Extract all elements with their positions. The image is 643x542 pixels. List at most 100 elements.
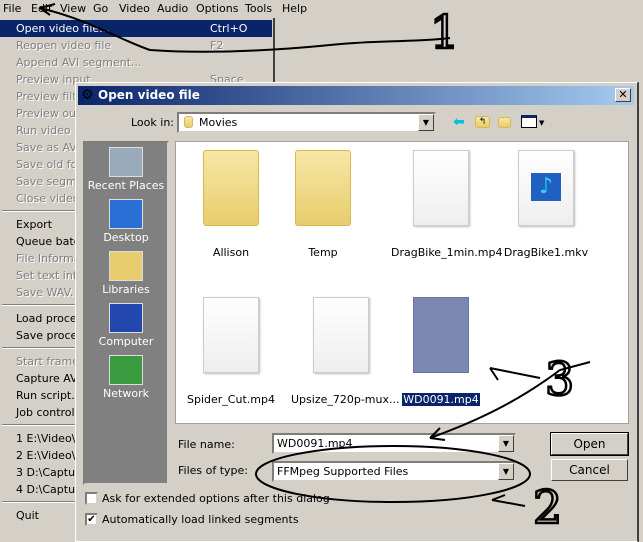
- folder-icon: [203, 150, 259, 226]
- menu-item-label: Quit: [16, 509, 39, 522]
- cancel-button[interactable]: Cancel: [551, 459, 628, 481]
- close-button[interactable]: ✕: [615, 88, 631, 102]
- menu-item-label: Save as AVI: [16, 141, 81, 154]
- menu-item-label: Preview filte: [16, 90, 84, 103]
- gear-icon: ⚙: [81, 87, 94, 103]
- file-list: Allison Temp DragBike_1min.mp4 ♪ DragBike1.m…: [175, 141, 629, 424]
- desktop-icon: [109, 199, 143, 229]
- file-name-input[interactable]: WD0091.mp4 ▼: [272, 433, 516, 454]
- menu-item-label: Capture AV: [16, 372, 78, 385]
- menu-item-label: Save WAV.: [16, 286, 74, 299]
- file-type-select[interactable]: FFMpeg Supported Files ▼: [272, 461, 516, 482]
- folder-icon: [184, 116, 193, 128]
- ask-extended-label: Ask for extended options after this dial…: [102, 492, 330, 505]
- file-name: Spider_Cut.mp4: [187, 393, 275, 406]
- file-item[interactable]: Temp: [273, 150, 373, 259]
- file-name: Upsize_720p-mux...: [291, 393, 400, 406]
- menu-edit[interactable]: Edit: [31, 2, 52, 15]
- look-in-value: Movies: [199, 116, 238, 129]
- chevron-down-icon[interactable]: ▼: [498, 435, 514, 452]
- place-label: Libraries: [102, 283, 150, 296]
- file-icon: [413, 297, 469, 373]
- file-item[interactable]: Spider_Cut.mp4: [181, 297, 281, 406]
- menu-item-label: Start frame: [16, 355, 79, 368]
- menu-item-shortcut: Ctrl+O: [210, 22, 248, 35]
- menu-item-label: Close video: [16, 192, 80, 205]
- menu-item-label: Run script..: [16, 389, 79, 402]
- place-label: Recent Places: [87, 179, 165, 192]
- menu-item-label: 2 E:\Video\L: [16, 449, 82, 462]
- open-button[interactable]: Open: [550, 432, 629, 456]
- place-libraries[interactable]: Libraries: [85, 251, 167, 296]
- libraries-icon: [109, 251, 143, 281]
- menu-item-label: Save old for: [16, 158, 82, 171]
- chevron-down-icon[interactable]: ▼: [498, 463, 514, 480]
- dialog-title-bar[interactable]: ⚙ Open video file ✕: [78, 86, 634, 105]
- place-label: Network: [103, 387, 149, 400]
- file-name: Temp: [308, 246, 338, 259]
- menu-item-label: Queue batc: [16, 235, 80, 248]
- menu-options[interactable]: Options: [196, 2, 238, 15]
- menu-item-label: Preview out: [16, 107, 81, 120]
- file-type-value: FFMpeg Supported Files: [277, 465, 409, 478]
- auto-load-checkbox[interactable]: ✔: [85, 513, 98, 526]
- file-name: Allison: [212, 246, 250, 259]
- look-in-combo[interactable]: Movies ▼: [177, 112, 436, 133]
- file-name: WD0091.mp4: [401, 392, 481, 407]
- menu-item-label: Save segme: [16, 175, 84, 188]
- place-label: Desktop: [103, 231, 149, 244]
- menu-item-label: 3 D:\Captur: [16, 466, 80, 479]
- folder-icon: [295, 150, 351, 226]
- chevron-down-icon[interactable]: ▼: [418, 114, 434, 131]
- ask-extended-checkbox[interactable]: [85, 492, 98, 505]
- place-label: Computer: [98, 335, 154, 348]
- place-desktop[interactable]: Desktop: [85, 199, 167, 244]
- file-name-label: File name:: [178, 438, 235, 451]
- menu-item-label: File Informa: [16, 252, 81, 265]
- file-type-label: Files of type:: [178, 464, 249, 477]
- file-item[interactable]: DragBike_1min.mp4: [391, 150, 503, 259]
- up-folder-icon[interactable]: ↰: [475, 116, 490, 128]
- menu-audio[interactable]: Audio: [157, 2, 188, 15]
- menu-item[interactable]: Append AVI segment...: [0, 54, 272, 71]
- chevron-down-icon[interactable]: ▼: [539, 119, 544, 127]
- menu-go[interactable]: Go: [93, 2, 108, 15]
- file-icon: [313, 297, 369, 373]
- menu-item-label: 1 E:\Video\I: [16, 432, 79, 445]
- look-in-label: Look in:: [131, 116, 174, 129]
- file-item[interactable]: Upsize_720p-mux...: [291, 297, 400, 406]
- recent-places-icon: [109, 147, 143, 177]
- menu-item[interactable]: Reopen video file F2: [0, 37, 272, 54]
- menu-item-label: Run video a: [16, 124, 81, 137]
- computer-icon: [109, 303, 143, 333]
- place-network[interactable]: Network: [85, 355, 167, 400]
- file-name: DragBike_1min.mp4: [391, 246, 503, 259]
- network-icon: [109, 355, 143, 385]
- places-bar: Recent Places Desktop Libraries Computer Net…: [83, 141, 169, 485]
- menu-item[interactable]: Open video file... Ctrl+O: [0, 20, 272, 37]
- menu-item-shortcut: F2: [210, 39, 224, 52]
- view-menu-icon[interactable]: [521, 115, 537, 128]
- file-item[interactable]: WD0091.mp4: [391, 297, 491, 407]
- place-computer[interactable]: Computer: [85, 303, 167, 348]
- menu-item-label: Set text inf: [16, 269, 77, 282]
- menu-tools[interactable]: Tools: [245, 2, 272, 15]
- menu-help[interactable]: Help: [282, 2, 307, 15]
- back-icon[interactable]: ⬅: [453, 114, 465, 130]
- file-item[interactable]: Allison: [181, 150, 281, 259]
- menu-item-label: Save proces: [16, 329, 84, 342]
- menu-item-label: Reopen video file: [16, 39, 112, 52]
- file-name: DragBike1.mkv: [503, 246, 589, 259]
- place-recent-places[interactable]: Recent Places: [85, 147, 167, 192]
- menu-item-label: Job control.: [16, 406, 79, 419]
- menu-item-label: Append AVI segment...: [16, 56, 142, 69]
- menu-view[interactable]: View: [60, 2, 86, 15]
- file-item[interactable]: ♪ DragBike1.mkv: [496, 150, 596, 259]
- menu-video[interactable]: Video: [119, 2, 150, 15]
- menu-bar: File Edit View Go Video Audio Options Tools Help: [0, 0, 643, 18]
- menu-item-label: Export: [16, 218, 53, 231]
- file-icon: [413, 150, 469, 226]
- menu-file[interactable]: File: [3, 2, 21, 15]
- menu-item-label: 4 D:\Captur: [16, 483, 80, 496]
- new-folder-icon[interactable]: [498, 117, 511, 128]
